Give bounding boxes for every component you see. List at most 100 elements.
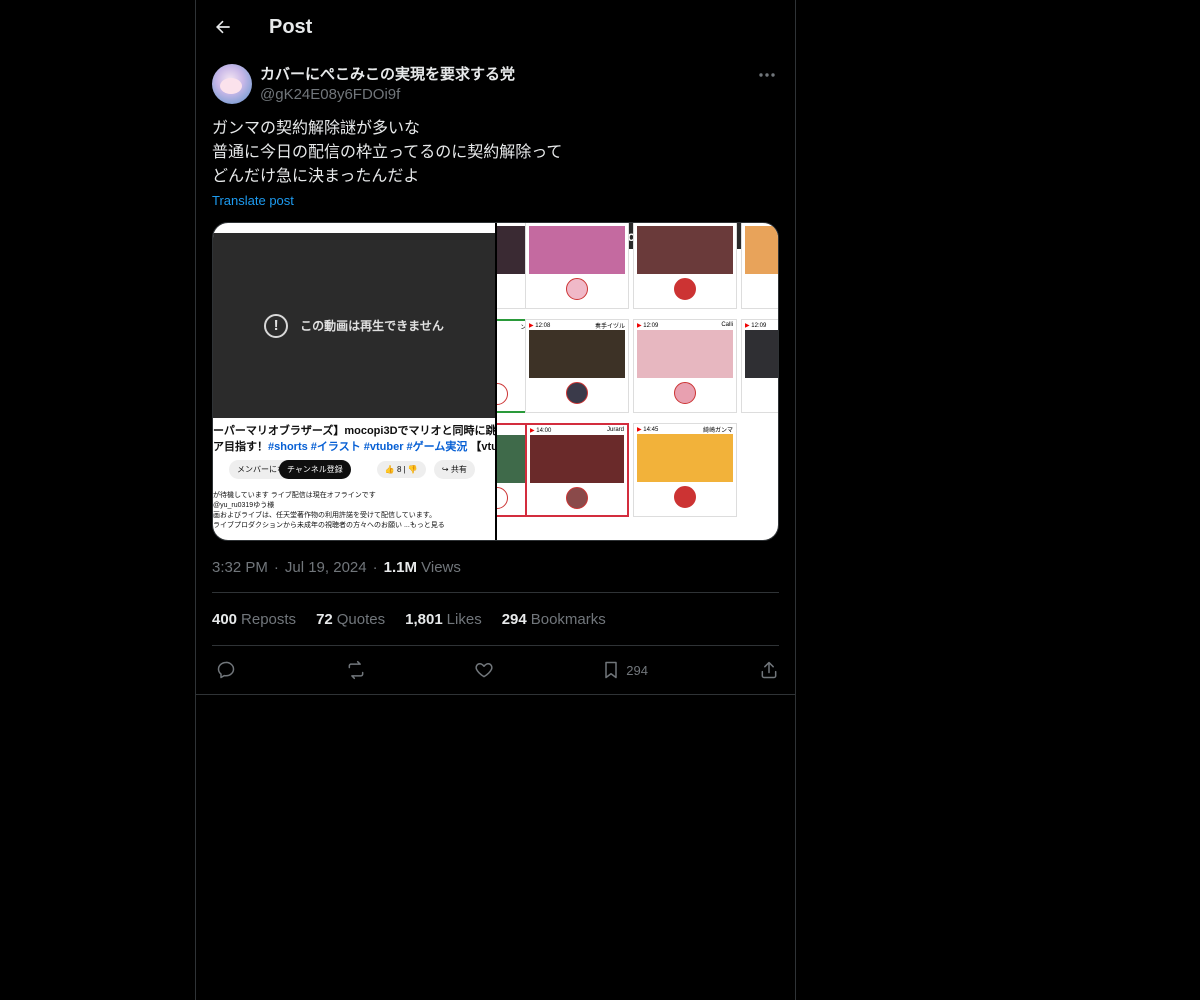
card-thumbnail (530, 435, 624, 483)
alert-circle-icon: ! (264, 313, 289, 338)
card-avatar (566, 487, 588, 509)
schedule-card (741, 223, 778, 309)
card-time: 12:09 (745, 322, 766, 329)
quotes-label: Quotes (336, 610, 386, 628)
post: カバーにぺこみこの実現を要求する党 @gK24E08y6FDOi9f ガンマの契… (196, 54, 795, 695)
repost-button[interactable] (345, 660, 385, 680)
schedule-card (525, 223, 629, 309)
share-button[interactable] (739, 660, 779, 680)
card-header: 14:00 Jurard (527, 425, 627, 435)
card-avatar (497, 487, 508, 509)
card-thumbnail (529, 330, 625, 378)
video-actions: メンバーにな チャンネル登録 👍 8 | 👎 ↪ 共有 (229, 460, 475, 479)
top-bar: Post (196, 0, 795, 54)
avatar[interactable] (212, 64, 252, 104)
desc-line: ライブプロダクションから未成年の視聴者の方々へのお願い ...もっと見る (213, 522, 445, 529)
card-time: 12:09 (637, 322, 658, 329)
bookmark-icon (605, 661, 617, 679)
reposts-count: 400 (212, 610, 238, 628)
translate-post-link[interactable]: Translate post (212, 193, 294, 208)
media-image-youtube[interactable]: ! この動画は再生できません ーパーマリオブラザーズ】mocopi3Dでマリオと… (213, 223, 495, 540)
video-title-tags: #shorts #イラスト #vtuber #ゲーム実況 (268, 441, 468, 453)
video-title: ーパーマリオブラザーズ】mocopi3Dでマリオと同時に跳びな ア目指す！#sh… (213, 423, 495, 455)
card-header: 14:45 綺崎ガンマ (634, 424, 736, 434)
reposts-stat[interactable]: 400 Reposts (212, 611, 296, 628)
dot-separator: · (273, 559, 279, 576)
card-thumbnail (637, 226, 733, 274)
schedule-card: 14:45 綺崎ガンマ (633, 423, 737, 517)
card-thumbnail (637, 330, 733, 378)
likes-stat[interactable]: 1,801 Likes (405, 611, 482, 628)
card-avatar (566, 382, 588, 404)
like-count-pill: 👍 8 | 👎 (376, 461, 426, 478)
card-name: 奏手イヅル (594, 323, 625, 330)
heart-icon (474, 663, 493, 678)
likes-label: Likes (446, 610, 482, 628)
post-date[interactable]: Jul 19, 2024 (285, 559, 367, 576)
video-description: が待機しています ライブ配信は現在オフラインです @yu_ru0319ゆう様 画… (213, 491, 495, 531)
display-name[interactable]: カバーにぺこみこの実現を要求する党 (260, 65, 515, 85)
schedule-card: 12:09 (741, 319, 778, 413)
card-name: Jurard (606, 427, 624, 433)
video-title-prefix: ア目指す！ (213, 441, 268, 453)
repost-icon (348, 660, 364, 680)
views: 1.1M Views (384, 559, 461, 576)
bookmark-button[interactable]: 294 (602, 660, 650, 680)
card-avatar (674, 278, 696, 300)
post-media[interactable]: ! この動画は再生できません ーパーマリオブラザーズ】mocopi3Dでマリオと… (212, 222, 779, 541)
arrow-left-icon (216, 20, 230, 34)
quotes-stat[interactable]: 72 Quotes (316, 611, 385, 628)
card-name: 綺崎ガンマ (702, 427, 733, 434)
media-image-schedule[interactable]: hololive ンディス12:08奏手イヅル12:09Calli12:09Kr… (497, 223, 778, 540)
card-thumbnail (745, 330, 778, 378)
video-unavailable-message: ! この動画は再生できません (264, 313, 444, 338)
subscribe-button: チャンネル登録 (279, 460, 351, 479)
schedule-card: 12:08 奏手イヅル (525, 319, 629, 413)
likes-count: 1,801 (405, 610, 443, 628)
like-count: 8 (396, 465, 402, 474)
desc-line: 画およびライブは、任天堂著作物の利用許諾を受けて配信しています。 (213, 512, 437, 519)
card-thumbnail (637, 434, 733, 482)
post-text: ガンマの契約解除謎が多いな 普通に今日の配信の枠立ってるのに契約解除って どんだ… (212, 120, 563, 185)
views-label: Views (421, 559, 461, 576)
back-button[interactable] (196, 0, 250, 54)
share-pill: ↪ 共有 (433, 460, 475, 479)
reposts-label: Reposts (241, 610, 297, 628)
card-avatar (674, 486, 696, 508)
card-avatar (497, 383, 508, 405)
card-time: 14:45 (637, 426, 658, 433)
video-player: ! この動画は再生できません (213, 233, 495, 418)
author-meta: カバーにぺこみこの実現を要求する党 @gK24E08y6FDOi9f (260, 64, 515, 105)
share-label: 共有 (450, 465, 467, 474)
handle[interactable]: @gK24E08y6FDOi9f (260, 85, 515, 105)
reply-icon (217, 661, 235, 679)
more-options-button[interactable] (755, 64, 779, 86)
post-time[interactable]: 3:32 PM (212, 559, 268, 576)
card-header: 12:09 (742, 320, 778, 330)
post-actions: 294 (196, 646, 795, 695)
views-count: 1.1M (383, 559, 417, 576)
page-title: Post (269, 15, 313, 38)
bookmarks-stat[interactable]: 294 Bookmarks (502, 611, 606, 628)
video-title-line1: ーパーマリオブラザーズ】mocopi3Dでマリオと同時に跳びな (213, 425, 495, 437)
like-button[interactable] (474, 660, 514, 680)
card-thumbnail (745, 226, 778, 274)
more-horizontal-icon (759, 73, 775, 77)
author-row: カバーにぺこみこの実現を要求する党 @gK24E08y6FDOi9f (212, 64, 779, 105)
card-header: 12:09 Calli (634, 320, 736, 330)
bookmarks-label: Bookmarks (530, 610, 606, 628)
desc-line: が待機しています ライブ配信は現在オフラインです (213, 492, 376, 499)
desc-line: @yu_ru0319ゆう様 (213, 502, 275, 509)
schedule-card: 12:09 Calli (633, 319, 737, 413)
unavailable-text: この動画は再生できません (300, 319, 444, 333)
bookmarks-count: 294 (501, 610, 527, 628)
post-stats: 400 Reposts 72 Quotes 1,801 Likes 294 Bookma… (212, 593, 779, 646)
schedule-card: 14:00 Jurard (525, 423, 629, 517)
bookmark-count: 294 (626, 662, 648, 678)
video-title-line2: ア目指す！#shorts #イラスト #vtuber #ゲーム実況 【vtube… (213, 439, 495, 455)
card-time: 12:08 (529, 322, 550, 329)
dot-separator: · (372, 559, 378, 576)
quotes-count: 72 (316, 610, 333, 628)
reply-button[interactable] (216, 660, 256, 680)
card-time: 14:00 (530, 427, 551, 434)
